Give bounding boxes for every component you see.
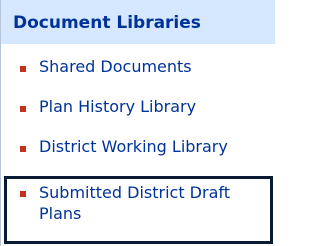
bullet-icon bbox=[20, 191, 26, 197]
nav-item-shared-documents[interactable]: Shared Documents bbox=[1, 57, 276, 81]
bullet-icon bbox=[20, 66, 26, 72]
nav-link-label[interactable]: Plan History Library bbox=[39, 97, 196, 116]
document-libraries-panel: Document Libraries Shared Documents Plan… bbox=[0, 0, 275, 246]
bullet-icon bbox=[20, 106, 26, 112]
bullet-icon bbox=[20, 146, 26, 152]
nav-item-plan-history-library[interactable]: Plan History Library bbox=[1, 97, 276, 121]
nav-link-label[interactable]: District Working Library bbox=[39, 137, 228, 156]
nav-item-district-working-library[interactable]: District Working Library bbox=[1, 137, 276, 161]
nav-item-submitted-district-draft-plans[interactable]: Submitted District Draft Plans bbox=[4, 176, 273, 244]
nav-link-label[interactable]: Submitted District Draft Plans bbox=[39, 182, 267, 224]
document-libraries-header: Document Libraries bbox=[0, 0, 275, 44]
nav-link-label[interactable]: Shared Documents bbox=[39, 57, 192, 76]
document-libraries-title[interactable]: Document Libraries bbox=[13, 13, 201, 33]
document-libraries-list: Shared Documents Plan History Library Di… bbox=[0, 44, 275, 246]
